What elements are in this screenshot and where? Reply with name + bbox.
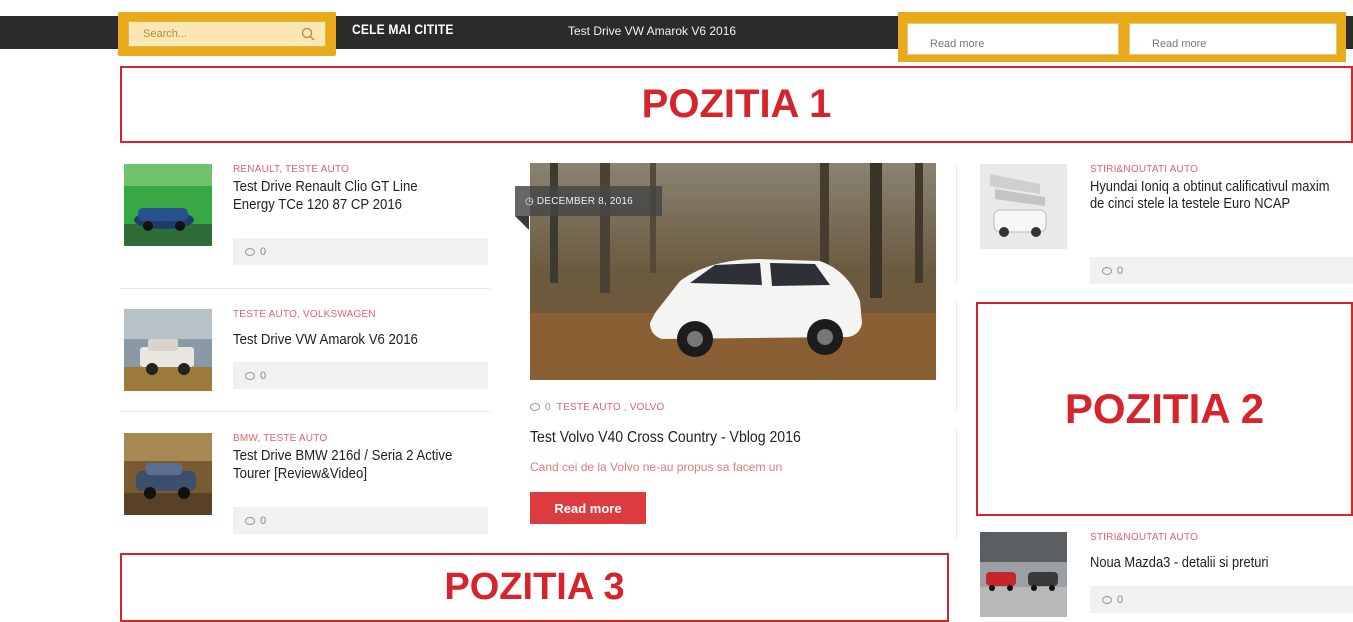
ad-position-1[interactable]: POZITIA 1 (120, 66, 1353, 143)
post-thumbnail[interactable] (124, 164, 212, 246)
comments-number: 0 (260, 515, 267, 527)
post-category[interactable]: RENAULT, TESTE AUTO (233, 164, 349, 175)
comments-count[interactable]: 0 (1090, 586, 1353, 613)
comments-number: 0 (260, 246, 267, 258)
post-title[interactable]: Hyundai Ioniq a obtinut calificativul ma… (1090, 178, 1339, 212)
search-box (118, 12, 336, 56)
read-more-box-1: Read more (898, 12, 1128, 62)
featured-excerpt: Cand cei de la Volvo ne-au propus sa fac… (530, 460, 783, 474)
post-category[interactable]: STIRI&NOUTATI AUTO (1090, 164, 1198, 175)
column-divider (956, 300, 957, 410)
read-more-button[interactable]: Read more (530, 492, 646, 524)
post-thumbnail[interactable] (124, 309, 212, 391)
search-icon[interactable] (295, 21, 321, 47)
clock-icon: ◷ (525, 196, 537, 207)
featured-date: DECEMBER 8, 2016 (536, 196, 633, 207)
column-divider (956, 430, 957, 540)
featured-date-badge: ◷ DECEMBER 8, 2016 (515, 186, 662, 216)
post-thumbnail[interactable] (980, 164, 1067, 249)
list-item: BMW, TESTE AUTO Test Drive BMW 216d / Se… (120, 433, 488, 534)
search-input[interactable] (129, 22, 295, 46)
post-thumbnail[interactable] (124, 433, 212, 515)
featured-meta: 0 TESTE AUTO , VOLVO (530, 402, 664, 413)
post-title[interactable]: Test Drive BMW 216d / Seria 2 Active Tou… (233, 447, 462, 483)
search-field-wrapper (128, 21, 326, 47)
divider (120, 288, 490, 289)
post-title[interactable]: Noua Mazda3 - detalii si preturi (1090, 554, 1339, 571)
date-badge-corner (515, 216, 529, 230)
post-title[interactable]: Test Drive Renault Clio GT Line Energy T… (233, 178, 462, 214)
comment-icon (245, 248, 255, 256)
post-category[interactable]: BMW, TESTE AUTO (233, 433, 327, 444)
featured-categories[interactable]: TESTE AUTO , VOLVO (557, 402, 665, 413)
comment-icon (530, 403, 540, 411)
comment-icon (1102, 267, 1112, 275)
post-category[interactable]: TESTE AUTO, VOLKSWAGEN (233, 309, 376, 320)
comments-number: 0 (1117, 594, 1124, 606)
post-title[interactable]: Test Drive VW Amarok V6 2016 (233, 331, 462, 349)
comment-icon (245, 517, 255, 525)
list-item: STIRI&NOUTATI AUTO Hyundai Ioniq a obtin… (980, 164, 1353, 289)
comments-number: 0 (1117, 265, 1124, 277)
list-item: STIRI&NOUTATI AUTO Noua Mazda3 - detalii… (980, 532, 1353, 622)
read-more-link-2[interactable]: Read more (1129, 23, 1337, 55)
featured-title[interactable]: Test Volvo V40 Cross Country - Vblog 201… (530, 429, 801, 447)
read-more-link-1[interactable]: Read more (907, 23, 1119, 55)
ticker-link[interactable]: Test Drive VW Amarok V6 2016 (568, 24, 736, 38)
read-more-box-2: Read more (1120, 12, 1346, 62)
ad-position-2[interactable]: POZITIA 2 (976, 302, 1353, 516)
popular-title: CELE MAI CITITE (352, 21, 454, 37)
column-divider (956, 164, 957, 284)
comments-count[interactable]: 0 (1090, 257, 1353, 284)
comments-count[interactable]: 0 (233, 362, 488, 389)
comments-count[interactable]: 0 (233, 238, 488, 265)
post-category[interactable]: STIRI&NOUTATI AUTO (1090, 532, 1198, 543)
comments-count[interactable]: 0 (233, 507, 488, 534)
featured-comments[interactable]: 0 (530, 402, 551, 413)
comment-icon (1102, 596, 1112, 604)
comments-number: 0 (260, 370, 267, 382)
list-item: RENAULT, TESTE AUTO Test Drive Renault C… (120, 164, 488, 268)
post-thumbnail[interactable] (980, 532, 1067, 617)
list-item: TESTE AUTO, VOLKSWAGEN Test Drive VW Ama… (120, 309, 488, 399)
comment-icon (245, 372, 255, 380)
divider (120, 411, 490, 412)
ad-position-3[interactable]: POZITIA 3 (120, 553, 949, 622)
